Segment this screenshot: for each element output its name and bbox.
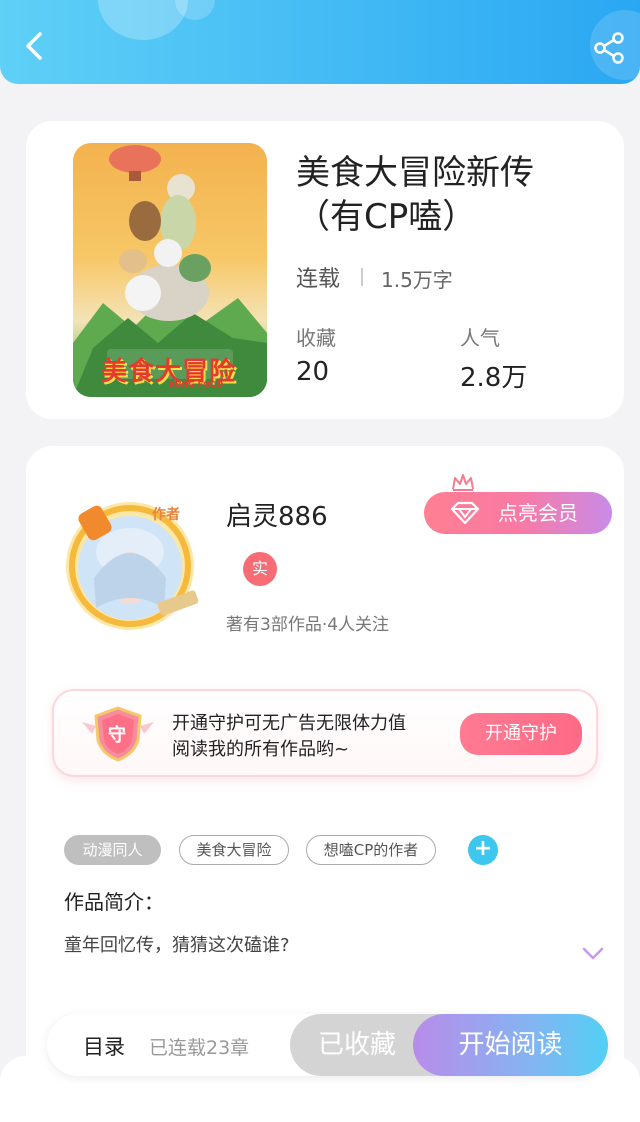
guard-promo-banner: 守 开通守护可无广告无限体力值 阅读我的所有作品哟~ 开通守护 [52,689,598,777]
serial-status: 连载 [296,267,341,292]
book-title-line2: （有CP嗑） [296,197,477,237]
book-title: 美食大冒险新传 （有CP嗑） [296,151,606,239]
book-info-card: 美食大冒险 KUNG FOOD 美食大冒险新传 （有CP嗑） 连载 1.5万字 … [26,121,624,419]
top-header [0,0,640,84]
tag-kung-food[interactable]: 美食大冒险 [179,835,289,865]
intro-text: 童年回忆传，猜猜这次磕谁? [64,935,290,956]
start-reading-button[interactable]: 开始阅读 [413,1014,608,1076]
shield-glyph: 守 [108,725,126,746]
popularity-value: 2.8万 [460,363,528,393]
add-tag-icon[interactable]: + [468,835,498,865]
popularity-label: 人气 [460,326,500,350]
author-avatar[interactable]: 作者 [54,488,206,638]
back-arrow-icon[interactable] [18,28,54,64]
guard-description: 开通守护可无广告无限体力值 阅读我的所有作品哟~ [172,711,406,763]
vip-member-button[interactable]: 点亮会员 [424,474,612,534]
guard-line1: 开通守护可无广告无限体力值 [172,713,406,734]
chapter-count: 已连载23章 [149,1037,250,1059]
author-stats: 著有3部作品·4人关注 [226,615,390,635]
word-count: 1.5万字 [381,268,453,292]
author-name: 启灵886 [226,502,328,532]
crown-icon [452,474,474,491]
toc-button[interactable]: 目录 [83,1031,125,1061]
book-cover-image[interactable]: 美食大冒险 KUNG FOOD [73,143,267,397]
tag-cp-author[interactable]: 想嗑CP的作者 [306,835,436,865]
chevron-down-icon[interactable] [582,946,604,965]
share-icon[interactable] [592,30,628,66]
guard-line2: 阅读我的所有作品哟~ [172,739,350,760]
favorites-value: 20 [296,357,330,387]
author-badge: 作者 [152,507,180,523]
vip-button-label: 点亮会员 [498,501,578,525]
diamond-icon [450,501,480,525]
cover-art-subtitle: KUNG FOOD [169,380,224,389]
book-title-line1: 美食大冒险新传 [296,153,534,193]
real-name-badge: 实 [243,552,277,586]
open-guard-button[interactable]: 开通守护 [460,713,582,755]
tag-anime-fanfic[interactable]: 动漫同人 [64,835,161,865]
favorites-label: 收藏 [296,326,336,350]
header-decoration [98,0,188,40]
divider [361,268,363,286]
intro-title: 作品简介： [64,890,164,914]
bottom-action-bar: 目录 已连载23章 已收藏 开始阅读 [47,1014,608,1076]
